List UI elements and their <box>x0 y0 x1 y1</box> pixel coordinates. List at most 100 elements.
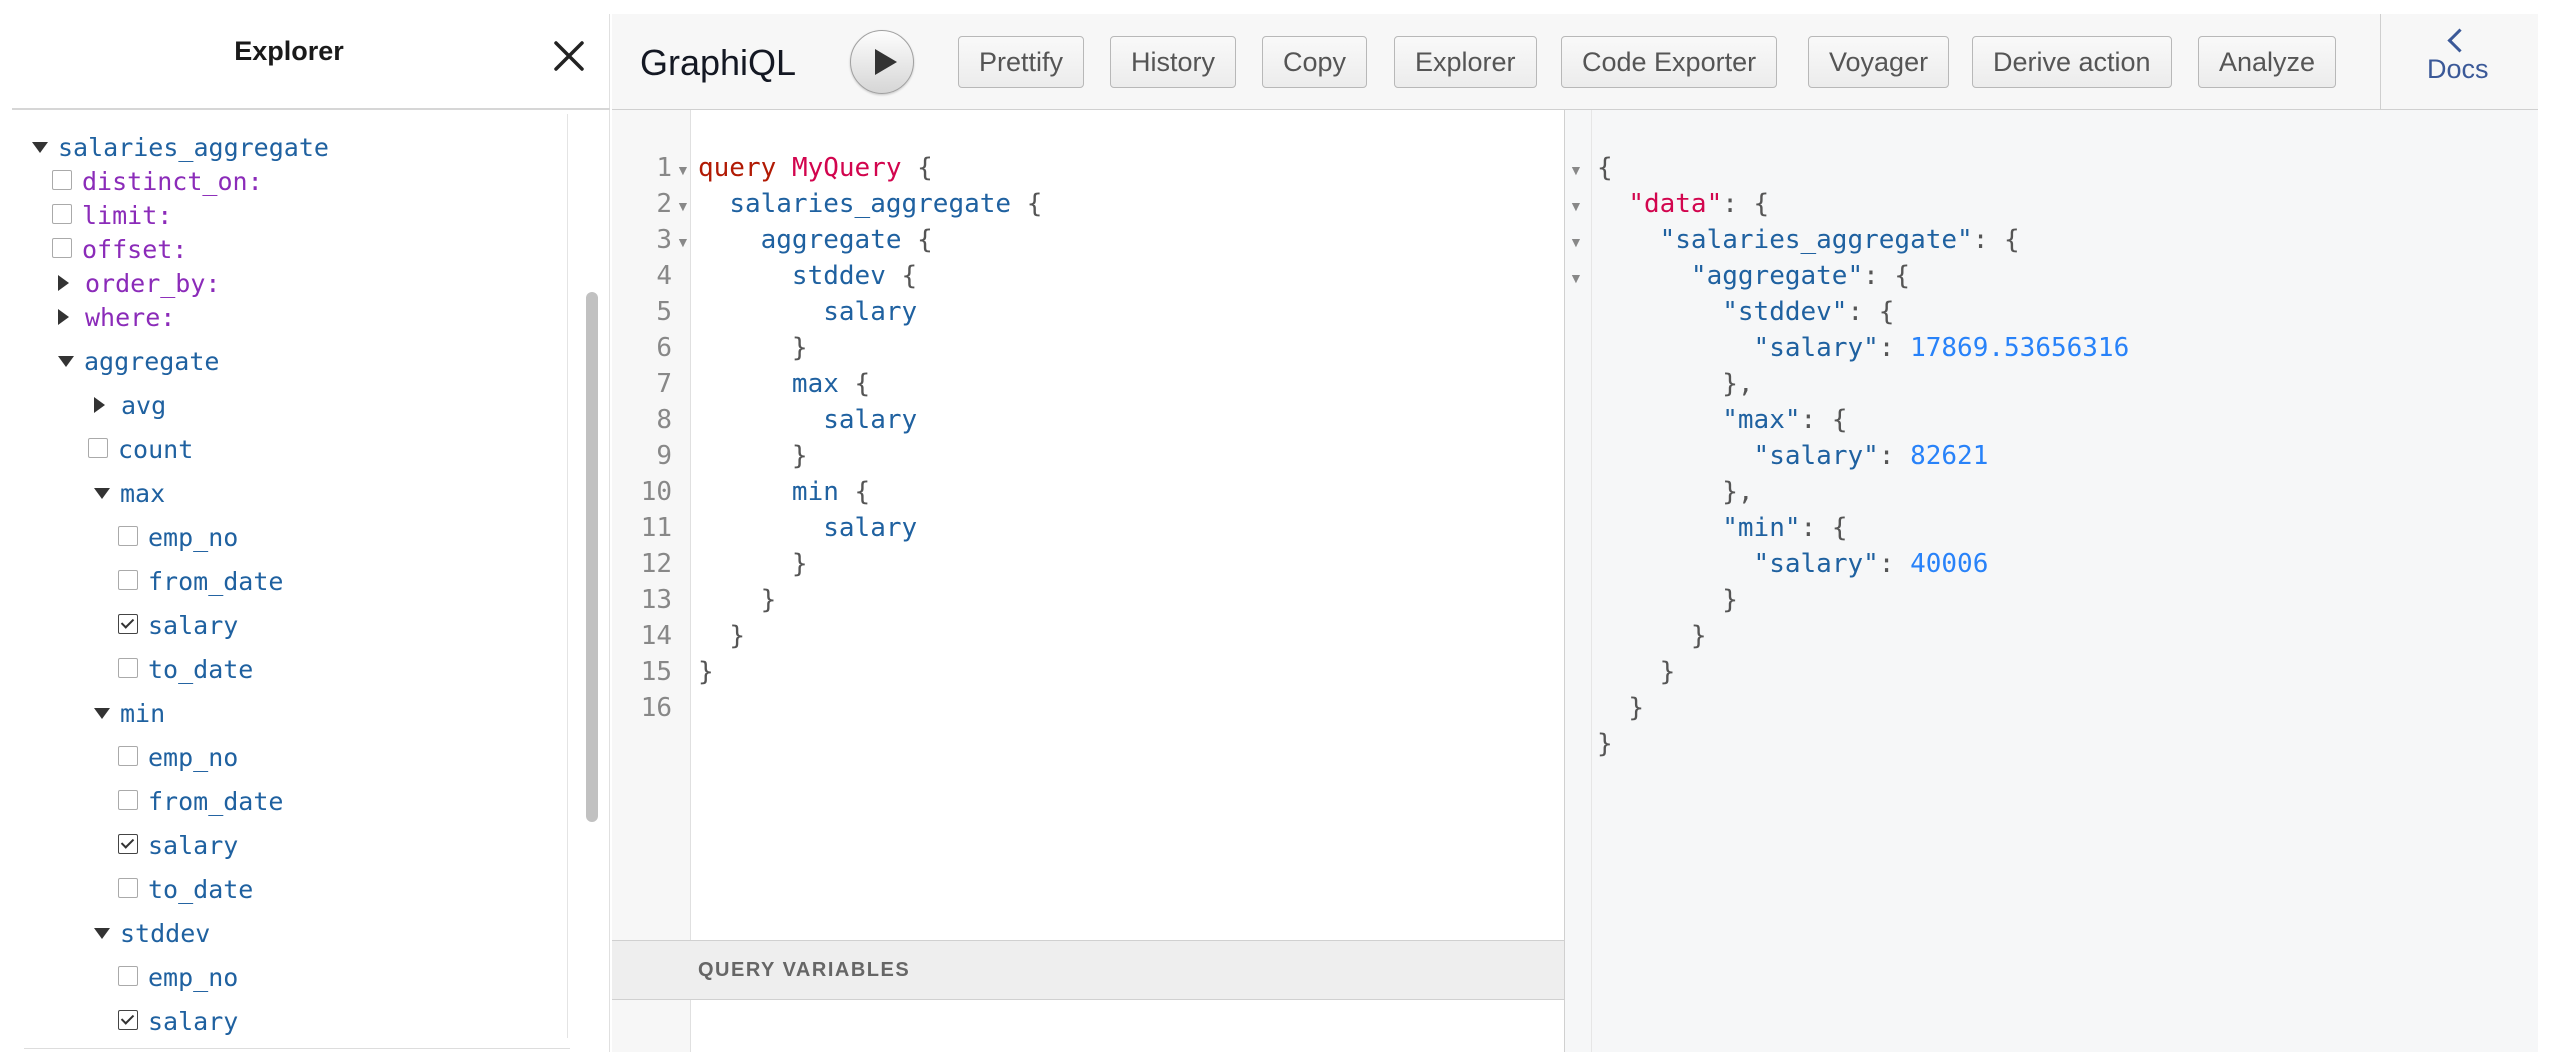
caret-down-icon[interactable] <box>58 355 74 367</box>
json-line: "salary": 40006 <box>1753 549 1989 579</box>
query-variables-label: QUERY VARIABLES <box>698 959 911 981</box>
json-line: "stddev": { <box>1722 297 1895 327</box>
fold-arrow-icon[interactable]: ▼ <box>1569 188 1583 224</box>
checkbox[interactable] <box>118 1010 138 1030</box>
explorer-tree-row[interactable]: salary <box>118 1004 238 1038</box>
code-line: query MyQuery { <box>698 153 933 183</box>
code-line: } <box>729 621 745 651</box>
explorer-tree-row[interactable]: max <box>94 476 165 512</box>
code-line: salary <box>823 297 918 327</box>
history-button[interactable]: History <box>1110 36 1237 88</box>
checkbox[interactable] <box>118 790 138 810</box>
fold-arrow-icon[interactable]: ▼ <box>1569 152 1583 188</box>
query-variables-editor[interactable] <box>612 1000 1564 1052</box>
explorer-tree-row[interactable]: to_date <box>118 652 253 688</box>
checkbox[interactable] <box>118 614 138 634</box>
explorer-tree-label: offset: <box>82 235 188 264</box>
checkbox[interactable] <box>118 570 138 590</box>
checkbox[interactable] <box>52 170 72 190</box>
explorer-tree-row[interactable]: offset: <box>52 232 187 268</box>
json-line: "aggregate": { <box>1690 261 1911 291</box>
explorer-title: Explorer <box>234 36 344 66</box>
json-line: "salaries_aggregate": { <box>1659 225 2020 255</box>
fold-arrow-icon[interactable]: ▼ <box>1569 260 1583 296</box>
explorer-tree-row[interactable]: emp_no <box>118 960 238 996</box>
checkbox[interactable] <box>118 966 138 986</box>
explorer-tree-row[interactable]: stddev <box>94 916 210 952</box>
result-gutter: ▼ ▼ ▼ ▼ <box>1565 110 1592 1052</box>
explorer-tree-label: stddev <box>120 919 211 948</box>
prettify-button[interactable]: Prettify <box>958 36 1085 88</box>
explorer-tree-label: distinct_on: <box>82 167 263 196</box>
caret-right-icon[interactable] <box>58 309 69 325</box>
explorer-tree-row[interactable]: salary <box>118 608 238 644</box>
fold-arrow-icon[interactable]: ▼ <box>676 188 690 224</box>
explorer-tree-row[interactable]: count <box>88 432 193 468</box>
explorer-tree-row[interactable]: order_by: <box>58 266 220 302</box>
explorer-tree-row[interactable]: from_date <box>118 784 283 820</box>
explorer-tree-row[interactable]: to_date <box>118 872 253 908</box>
explorer-button[interactable]: Explorer <box>1394 36 1537 88</box>
line-number: 16 <box>640 693 672 723</box>
fold-arrow-icon[interactable]: ▼ <box>676 152 690 188</box>
app-title: GraphiQL <box>640 42 797 83</box>
caret-right-icon[interactable] <box>94 397 105 413</box>
explorer-tree-row[interactable]: where: <box>58 300 175 336</box>
explorer-tree-label: to_date <box>148 655 254 684</box>
close-icon[interactable] <box>547 34 591 78</box>
derive-action-button[interactable]: Derive action <box>1972 36 2172 88</box>
explorer-tree-row[interactable]: distinct_on: <box>52 164 263 200</box>
checkbox[interactable] <box>118 878 138 898</box>
explorer-tree-label: aggregate <box>84 347 220 376</box>
explorer-tree-label: limit: <box>82 201 173 230</box>
result-pane: ▼ ▼ ▼ ▼ { "data": { "salaries_aggregate": {… <box>1564 110 2538 1052</box>
explorer-tree-row[interactable]: avg <box>94 388 166 424</box>
json-line: }, <box>1722 477 1754 507</box>
line-number: 5 <box>656 297 672 327</box>
explorer-tree-row[interactable]: salary <box>118 828 238 864</box>
checkbox[interactable] <box>52 238 72 258</box>
analyze-button[interactable]: Analyze <box>2198 36 2337 88</box>
explorer-scrollbar[interactable] <box>586 292 598 822</box>
copy-button[interactable]: Copy <box>1262 36 1368 88</box>
query-variables-header[interactable]: QUERY VARIABLES <box>612 940 1564 1000</box>
explorer-tree-label: emp_no <box>148 523 239 552</box>
fold-arrow-icon[interactable]: ▼ <box>1569 224 1583 260</box>
checkbox[interactable] <box>118 746 138 766</box>
voyager-button[interactable]: Voyager <box>1808 36 1950 88</box>
caret-right-icon[interactable] <box>58 275 69 291</box>
explorer-tree-row[interactable]: min <box>94 696 165 732</box>
query-editor[interactable]: 1 ▼ 2 ▼ 3 ▼ 4 5 6 7 8 9 10 11 12 13 14 15 16 query MyQuery… <box>612 110 1564 1052</box>
explorer-tree-label: salary <box>148 611 239 640</box>
explorer-tree: salaries_aggregate distinct_on: limit: offs… <box>12 114 568 1038</box>
code-line: salary <box>823 405 918 435</box>
code-line: aggregate { <box>760 225 933 255</box>
toolbar: GraphiQL Prettify History Copy Explorer … <box>612 14 2538 110</box>
line-number: 1 <box>656 153 672 183</box>
explorer-tree-label: emp_no <box>148 963 239 992</box>
caret-down-icon[interactable] <box>94 927 110 939</box>
checkbox[interactable] <box>118 526 138 546</box>
docs-button[interactable]: Docs <box>2380 14 2538 110</box>
explorer-tree-row[interactable]: emp_no <box>118 740 238 776</box>
json-line: { <box>1597 153 1613 183</box>
caret-down-icon[interactable] <box>32 141 48 153</box>
code-exporter-button[interactable]: Code Exporter <box>1561 36 1778 88</box>
json-line: "salary": 82621 <box>1753 441 1989 471</box>
explorer-tree-row[interactable]: from_date <box>118 564 283 600</box>
explorer-tree-row[interactable]: salaries_aggregate <box>32 130 329 166</box>
line-number: 14 <box>640 621 672 651</box>
explorer-tree-row[interactable]: aggregate <box>58 344 219 380</box>
explorer-tree-row[interactable]: emp_no <box>118 520 238 556</box>
checkbox[interactable] <box>52 204 72 224</box>
run-button[interactable] <box>850 30 914 94</box>
explorer-tree-label: min <box>120 699 166 728</box>
caret-down-icon[interactable] <box>94 707 110 719</box>
fold-arrow-icon[interactable]: ▼ <box>676 224 690 260</box>
line-number: 4 <box>656 261 672 291</box>
checkbox[interactable] <box>118 834 138 854</box>
checkbox[interactable] <box>118 658 138 678</box>
checkbox[interactable] <box>88 438 108 458</box>
caret-down-icon[interactable] <box>94 487 110 499</box>
explorer-tree-row[interactable]: limit: <box>52 198 172 234</box>
